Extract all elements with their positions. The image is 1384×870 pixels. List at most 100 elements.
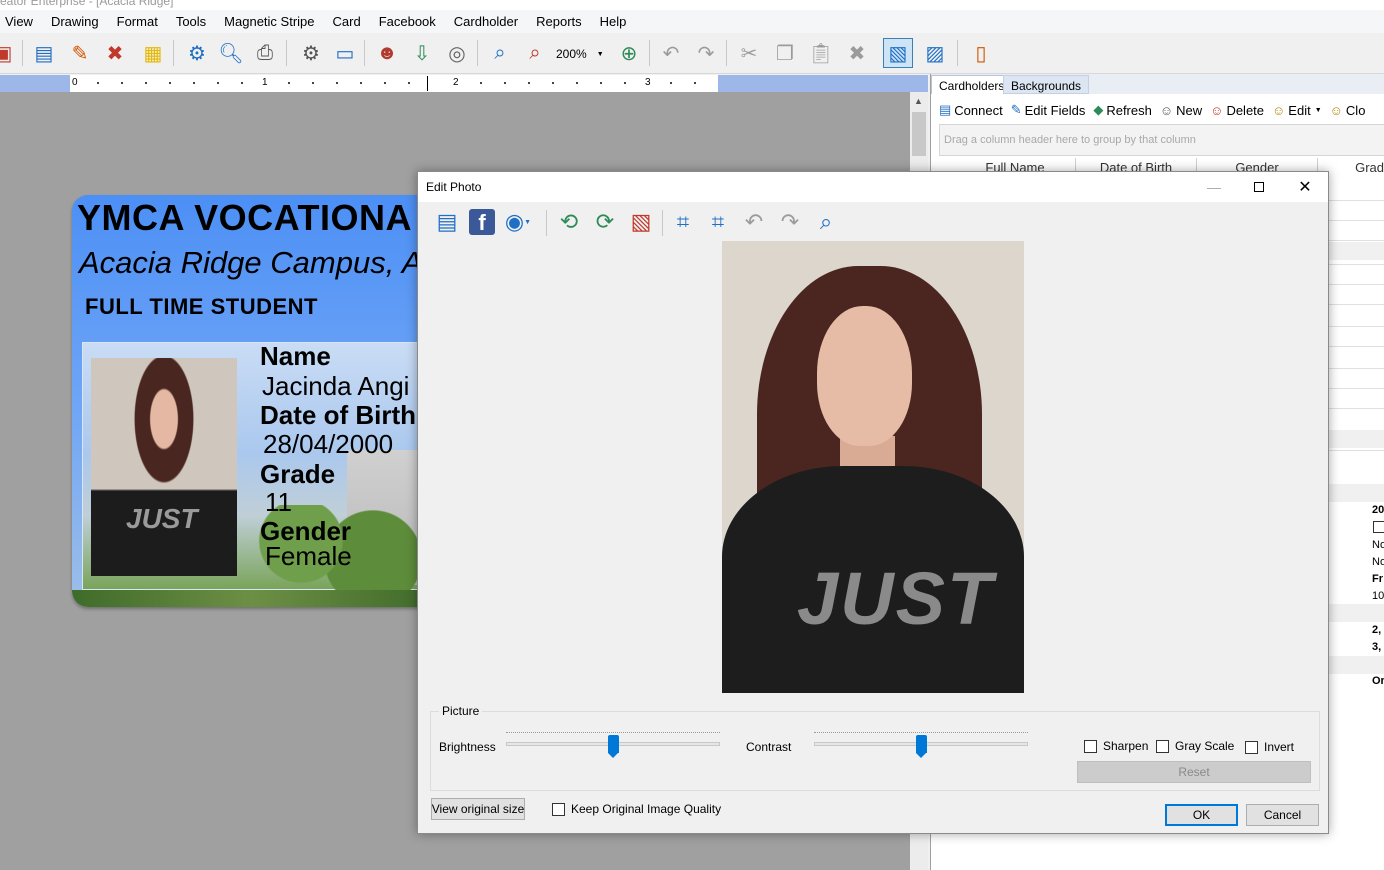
menu-view[interactable]: View [0,14,42,29]
magnetic-card-icon[interactable]: ▭ [330,38,360,68]
minimize-icon[interactable]: — [1191,172,1237,202]
sharpen-checkbox[interactable]: Sharpen [1084,739,1148,753]
remove-photo-icon[interactable]: ▧ [625,206,657,238]
import-icon[interactable]: ⇩ [407,38,437,68]
crop-icon[interactable]: ⌗ [667,206,699,238]
new-button[interactable]: ☺ New [1160,103,1202,118]
connect-button[interactable]: ▤ Connect [939,102,1003,118]
delete-icon[interactable]: ✖ [842,38,872,68]
id-card[interactable]: YMCA VOCATIONA Acacia Ridge Campus, A FU… [72,195,432,607]
exit-door-icon[interactable]: ▯ [966,38,996,68]
menu-drawing[interactable]: Drawing [42,14,108,29]
cardholder-view-icon[interactable]: ▧ [883,38,913,68]
menu-magnetic-stripe[interactable]: Magnetic Stripe [215,14,323,29]
card-name-value[interactable]: Jacinda Angi [262,371,409,402]
tab-cardholders[interactable]: Cardholders [931,75,1013,94]
brightness-slider-thumb[interactable] [608,735,619,758]
facebook-icon[interactable]: f [466,206,498,238]
edit-button[interactable]: ☺ Edit ▼ [1272,103,1322,118]
photo-preview[interactable]: JUST [722,241,1024,693]
card-campus-text[interactable]: Acacia Ridge Campus, A [79,245,422,281]
database-icon: ▤ [939,102,952,117]
group-by-area[interactable]: Drag a column header here to group by th… [939,124,1384,156]
delete-design-icon[interactable]: ✖ [100,38,130,68]
zoom-select[interactable]: 200% ▼ [556,45,610,63]
webcam-icon[interactable]: ◉ ▼ [502,206,534,238]
card-school-title[interactable]: YMCA VOCATIONA [77,197,412,239]
new-design-icon[interactable]: ▤ [29,38,59,68]
fingerprint-icon[interactable]: ◎ [442,38,472,68]
maximize-button[interactable] [1236,172,1282,202]
clone-user-icon: ☺ [1329,102,1343,118]
contrast-label: Contrast [746,740,792,754]
auto-crop-icon[interactable]: ⌗ [702,206,734,238]
zoom-in-icon[interactable]: ⌕ [485,38,515,68]
reset-button[interactable]: Reset [1077,761,1311,783]
ok-button[interactable]: OK [1165,804,1238,826]
menu-facebook[interactable]: Facebook [370,14,445,29]
ruler-mark: 3 [645,77,651,88]
view-original-size-button[interactable]: View original size [431,798,525,820]
clone-button[interactable]: ☺ Clo [1330,103,1366,118]
grayscale-checkbox[interactable]: Gray Scale [1156,739,1234,753]
menu-tools[interactable]: Tools [167,14,215,29]
card-photo[interactable]: JUST [91,358,237,576]
scroll-up-icon[interactable]: ▲ [914,96,923,106]
menu-format[interactable]: Format [108,14,167,29]
menu-reports[interactable]: Reports [527,14,591,29]
invert-checkbox[interactable]: Invert [1245,740,1294,754]
paste-icon[interactable]: 📋︎ [806,38,836,68]
property-value: 3, [1372,641,1382,653]
cardholder-edit-icon[interactable]: ☻ [372,38,402,68]
menu-card[interactable]: Card [324,14,370,29]
undo-icon[interactable]: ↶ [656,38,686,68]
printer-icon[interactable]: ⎙ [250,38,280,68]
delete-user-icon: ☺ [1210,102,1224,118]
delete-button[interactable]: ☺ Delete [1210,103,1264,118]
rotate-left-icon[interactable]: ⟲ [553,206,585,238]
encode-settings-icon[interactable]: ⚙ [296,38,326,68]
property-value: 2, [1372,624,1382,636]
redo-icon[interactable]: ↷ [691,38,721,68]
zoom-out-icon[interactable]: ⌕ [520,38,550,68]
menu-help[interactable]: Help [591,14,636,29]
card-dob-value[interactable]: 28/04/2000 [263,429,393,460]
scroll-thumb[interactable] [912,112,926,156]
tab-backgrounds[interactable]: Backgrounds [1003,75,1090,94]
zoom-fit-icon[interactable]: ⊕ [614,38,644,68]
cut-icon[interactable]: ✂ [734,38,764,68]
close-button[interactable]: ✕ [1282,172,1328,202]
print-setup-icon[interactable]: ⚙ [182,38,212,68]
print-preview-icon[interactable]: 🔍︎ [216,38,246,68]
close-icon: ✕ [1298,179,1312,196]
rotate-right-icon[interactable]: ⟳ [589,206,621,238]
edit-fields-button[interactable]: ✎ Edit Fields [1011,102,1086,118]
card-grade-label[interactable]: Grade [260,459,335,490]
open-file-icon[interactable]: ▤ [431,206,463,238]
card-status-text[interactable]: FULL TIME STUDENT [85,294,318,320]
property-checkbox[interactable] [1373,521,1384,533]
edit-design-icon[interactable]: ✎ [65,38,95,68]
dialog-title-bar[interactable]: Edit Photo — ✕ [418,172,1328,202]
card-dob-label[interactable]: Date of Birth [260,400,416,431]
chevron-down-icon: ▼ [596,50,604,58]
card-name-label[interactable]: Name [260,341,331,372]
contrast-slider[interactable] [814,732,1028,758]
cancel-button[interactable]: Cancel [1246,804,1319,826]
open-card-icon[interactable]: ▣ [0,38,18,68]
zoom-value: 200% [556,47,587,61]
brightness-slider[interactable] [506,732,720,758]
card-grade-value[interactable]: 11 [265,487,292,518]
card-list-icon[interactable]: ▦ [138,38,168,68]
background-view-icon[interactable]: ▨ [920,38,950,68]
copy-icon[interactable]: ❐ [770,38,800,68]
menu-cardholder[interactable]: Cardholder [445,14,527,29]
card-gender-value[interactable]: Female [265,541,352,572]
redo-icon[interactable]: ↷ [774,206,806,238]
refresh-icon: ◆ [1093,102,1104,117]
undo-icon[interactable]: ↶ [738,206,770,238]
refresh-button[interactable]: ◆ Refresh [1093,102,1152,118]
keep-quality-checkbox[interactable]: Keep Original Image Quality [552,802,721,816]
zoom-photo-icon[interactable]: ⌕ [810,206,842,238]
contrast-slider-thumb[interactable] [916,735,927,758]
